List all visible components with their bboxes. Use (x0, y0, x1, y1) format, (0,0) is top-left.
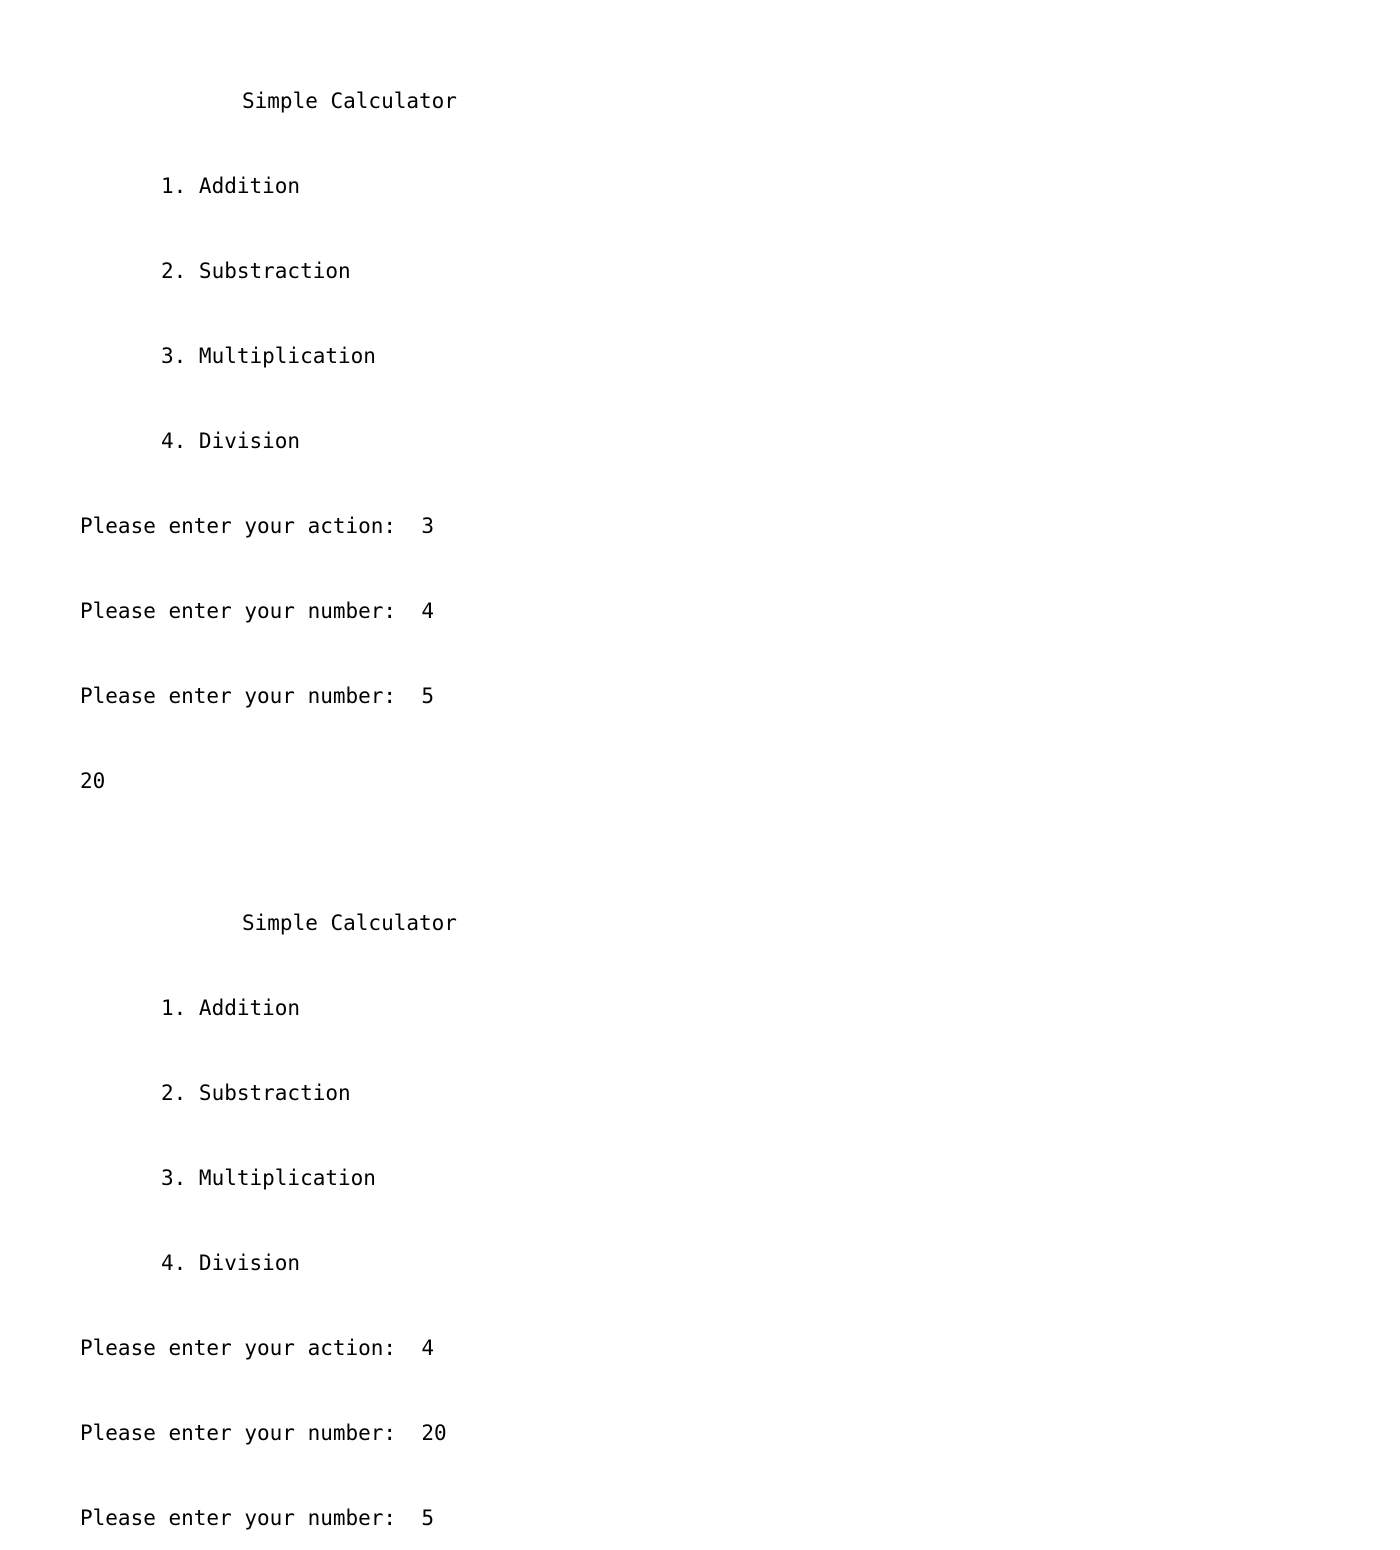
prompt-number-label: Please enter your number: (80, 684, 421, 708)
prompt-action-line: Please enter your action: 4 (0, 1334, 1400, 1362)
prompt-action-line: Please enter your action: 3 (0, 512, 1400, 540)
menu-item-3: 3. Multiplication (0, 1164, 1400, 1192)
number-input-value: 5 (421, 684, 434, 708)
prompt-action-label: Please enter your action: (80, 1336, 421, 1360)
number-input-value: 4 (421, 599, 434, 623)
app-title: Simple Calculator (0, 87, 1400, 115)
action-input-value: 4 (421, 1336, 434, 1360)
menu-item-1: 1. Addition (0, 172, 1400, 200)
prompt-number-label: Please enter your number: (80, 599, 421, 623)
prompt-number-line: Please enter your number: 5 (0, 1504, 1400, 1532)
menu-item-4: 4. Division (0, 427, 1400, 455)
action-input-value: 3 (421, 514, 434, 538)
prompt-action-label: Please enter your action: (80, 514, 421, 538)
result-output: 20 (0, 767, 1400, 795)
prompt-number-label: Please enter your number: (80, 1421, 421, 1445)
prompt-number-line: Please enter your number: 20 (0, 1419, 1400, 1447)
terminal-output: Simple Calculator 1. Addition 2. Substra… (0, 2, 1400, 1550)
menu-item-3: 3. Multiplication (0, 342, 1400, 370)
menu-item-1: 1. Addition (0, 994, 1400, 1022)
menu-item-2: 2. Substraction (0, 1079, 1400, 1107)
number-input-value: 20 (421, 1421, 446, 1445)
app-title: Simple Calculator (0, 909, 1400, 937)
prompt-number-label: Please enter your number: (80, 1506, 421, 1530)
prompt-number-line: Please enter your number: 5 (0, 682, 1400, 710)
prompt-number-line: Please enter your number: 4 (0, 597, 1400, 625)
menu-item-2: 2. Substraction (0, 257, 1400, 285)
number-input-value: 5 (421, 1506, 434, 1530)
menu-item-4: 4. Division (0, 1249, 1400, 1277)
